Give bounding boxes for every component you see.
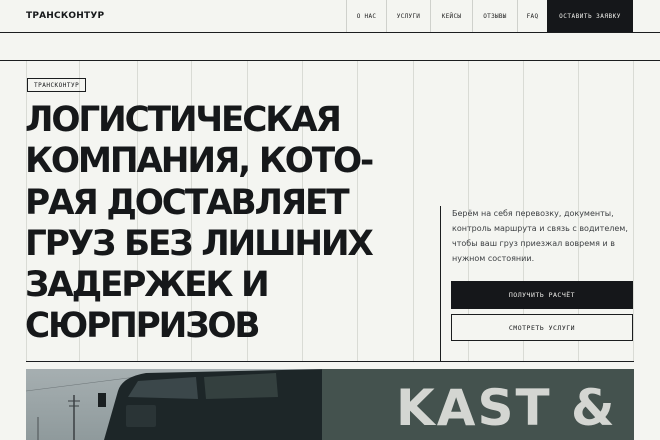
nav-cases[interactable]: КЕЙСЫ (430, 0, 472, 32)
headline-line: СЮРПРИЗОВ (25, 306, 261, 347)
truck-image: KAST & S (26, 369, 634, 440)
section-divider (0, 60, 660, 61)
main-nav: О НАС УСЛУГИ КЕЙСЫ ОТЗЫВЫ FAQ ОСТАВИТЬ З… (346, 0, 633, 32)
request-button[interactable]: ОСТАВИТЬ ЗАЯВКУ (547, 0, 633, 32)
nav-services[interactable]: УСЛУГИ (386, 0, 430, 32)
site-header: ТРАНСКОНТУР О НАС УСЛУГИ КЕЙСЫ ОТЗЫВЫ FA… (0, 0, 660, 33)
headline-line: КОМПАНИЯ, КОТО- (25, 141, 374, 182)
hero-photo: KAST & S (26, 369, 634, 440)
headline-line: РАЯ ДОСТАВЛЯЕТ (25, 182, 350, 223)
column-divider (440, 206, 441, 361)
headline-line: ЗАДЕРЖЕК И (25, 265, 270, 306)
view-services-button[interactable]: СМОТРЕТЬ УСЛУГИ (451, 314, 633, 341)
headline-line: ЛОГИСТИЧЕСКАЯ (25, 100, 342, 140)
logo[interactable]: ТРАНСКОНТУР (26, 11, 104, 21)
get-quote-button[interactable]: ПОЛУЧИТЬ РАСЧЁТ (451, 281, 633, 309)
brand-tag: ТРАНСКОНТУР (27, 78, 87, 92)
hero-headline: ЛОГИСТИЧЕСКАЯ КОМПАНИЯ, КОТО- РАЯ ДОСТАВ… (25, 100, 397, 348)
hero-description: Берём на себя перевозку, документы, конт… (452, 209, 628, 263)
headline-line: ГРУЗ БЕЗ ЛИШНИХ (25, 223, 374, 264)
nav-reviews[interactable]: ОТЗЫВЫ (472, 0, 517, 32)
nav-about[interactable]: О НАС (346, 0, 386, 32)
nav-faq[interactable]: FAQ (517, 0, 547, 32)
section-divider (26, 361, 634, 362)
trailer-text: KAST & S (396, 379, 634, 437)
grid-line (413, 61, 414, 361)
grid-line (633, 61, 634, 361)
